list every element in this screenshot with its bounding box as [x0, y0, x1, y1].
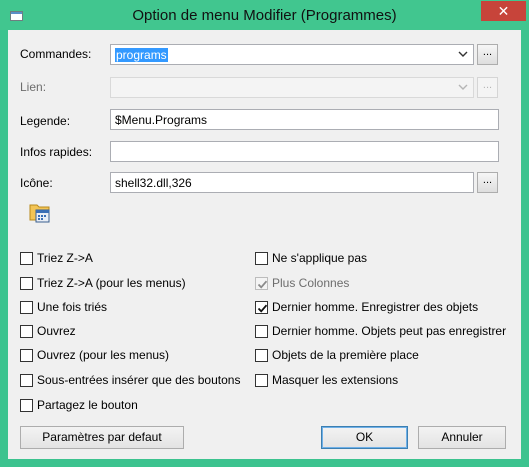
checkbox[interactable]	[20, 251, 33, 265]
checkbox[interactable]	[255, 251, 268, 265]
legende-label: Legende:	[20, 114, 71, 128]
lien-combobox[interactable]	[110, 77, 474, 98]
dialog-window: Option de menu Modifier (Programmes) ✕ C…	[0, 0, 529, 467]
checkmark-icon	[257, 304, 268, 313]
checkbox[interactable]	[255, 276, 268, 290]
checkbox[interactable]	[20, 373, 33, 387]
lien-label: Lien:	[20, 80, 47, 94]
checkbox[interactable]	[20, 398, 33, 412]
lien-browse-button[interactable]: ...	[477, 77, 498, 98]
checkbox[interactable]	[20, 300, 33, 314]
close-button[interactable]: ✕	[481, 1, 526, 21]
option-une-fois-tries[interactable]: Une fois triés	[20, 299, 107, 315]
window-title: Option de menu Modifier (Programmes)	[132, 7, 397, 24]
checkbox[interactable]	[20, 276, 33, 290]
option-ne-sapplique-pas[interactable]: Ne s'applique pas	[255, 250, 367, 266]
defaults-button[interactable]: Paramètres par defaut	[20, 426, 184, 449]
commandes-value: programs	[115, 48, 168, 62]
dialog-client: Commandes: programs ... Lien: ... Legend…	[8, 30, 521, 459]
option-dernier-homme-enregistrer[interactable]: Dernier homme. Enregistrer des objets	[255, 299, 478, 315]
option-masquer-extensions[interactable]: Masquer les extensions	[255, 372, 398, 388]
checkbox[interactable]	[20, 348, 33, 362]
checkmark-icon	[257, 280, 268, 289]
option-triez-za-menus[interactable]: Triez Z->A (pour les menus)	[20, 275, 186, 291]
option-triez-za[interactable]: Triez Z->A	[20, 250, 93, 266]
checkbox[interactable]	[255, 300, 268, 314]
icone-browse-button[interactable]: ...	[477, 172, 498, 193]
option-premiere-place[interactable]: Objets de la première place	[255, 347, 419, 363]
icone-label: Icône:	[20, 176, 53, 190]
title-bar[interactable]: Option de menu Modifier (Programmes) ✕	[0, 0, 529, 30]
checkbox[interactable]	[255, 324, 268, 338]
option-dernier-homme-peut-pas[interactable]: Dernier homme. Objets peut pas enregistr…	[255, 323, 506, 339]
cancel-button[interactable]: Annuler	[418, 426, 506, 449]
infos-rapides-field[interactable]	[110, 141, 499, 162]
ok-button[interactable]: OK	[321, 426, 408, 449]
programs-folder-icon	[29, 204, 50, 223]
icone-field[interactable]: shell32.dll,326	[110, 172, 474, 193]
option-ouvrez[interactable]: Ouvrez	[20, 323, 76, 339]
legende-field[interactable]: $Menu.Programs	[110, 109, 499, 130]
infos-rapides-label: Infos rapides:	[20, 145, 93, 159]
chevron-down-icon[interactable]	[457, 81, 469, 93]
option-partagez-bouton[interactable]: Partagez le bouton	[20, 397, 138, 413]
checkbox[interactable]	[255, 373, 268, 387]
option-ouvrez-menus[interactable]: Ouvrez (pour les menus)	[20, 347, 169, 363]
commandes-label: Commandes:	[20, 47, 92, 61]
option-sous-entrees-boutons[interactable]: Sous-entrées insérer que des boutons	[20, 372, 240, 388]
checkbox[interactable]	[255, 348, 268, 362]
option-plus-colonnes[interactable]: Plus Colonnes	[255, 275, 349, 291]
chevron-down-icon[interactable]	[457, 48, 469, 60]
commandes-combobox[interactable]: programs	[110, 44, 474, 65]
commandes-browse-button[interactable]: ...	[477, 44, 498, 65]
checkbox[interactable]	[20, 324, 33, 338]
